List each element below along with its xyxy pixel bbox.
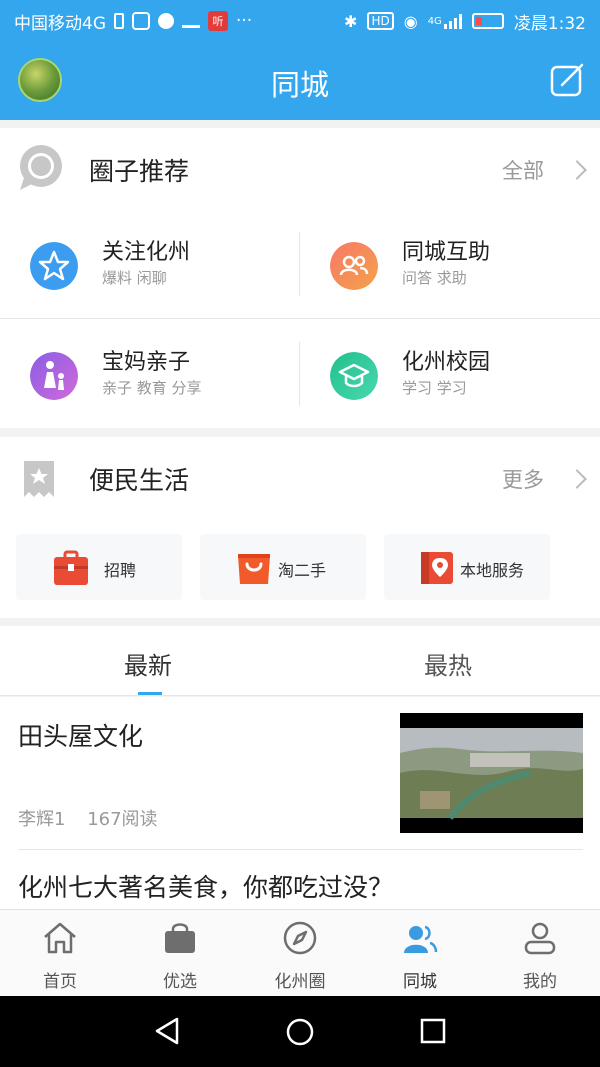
article-item[interactable]: 田头屋文化 李辉1 167阅读 [0, 697, 600, 849]
chat-icon [158, 13, 174, 29]
page-title: 同城 [270, 68, 329, 102]
home-circle-icon[interactable] [285, 1017, 315, 1047]
circle-item-follow[interactable]: 关注化州 爆料 闲聊 [0, 212, 300, 322]
bluetooth-icon: ✱ [344, 11, 358, 31]
article-author: 李辉1 [18, 809, 66, 830]
graduation-cap-icon [330, 352, 378, 400]
carrier-label: 中国移动4G [14, 13, 106, 34]
service-recruit[interactable]: 招聘 [16, 534, 182, 600]
feed-tabs: 最新 最热 [0, 626, 600, 696]
service-label: 淘二手 [278, 561, 327, 580]
article-meta: 李辉1 167阅读 [18, 805, 158, 831]
circle-item-help[interactable]: 同城互助 问答 求助 [300, 212, 600, 322]
service-label: 本地服务 [460, 561, 525, 580]
tab-label: 优选 [163, 972, 197, 992]
signal-icon [443, 13, 462, 29]
system-nav-bar [0, 996, 600, 1067]
circles-card: 圈子推荐 全部 关注化州 爆料 闲聊 同城互助 问答 求助 宝妈亲子 亲子 教育… [0, 128, 600, 428]
circle-tags: 问答 求助 [402, 269, 467, 287]
circles-header[interactable]: 圈子推荐 全部 [0, 128, 600, 212]
article-title: 化州七大著名美食，你都吃过没？ [18, 873, 394, 902]
tab-label: 我的 [523, 972, 557, 992]
tab-hot[interactable]: 最热 [424, 646, 472, 681]
services-header[interactable]: 便民生活 更多 [0, 437, 600, 521]
more-link[interactable]: 更多 [502, 464, 544, 494]
back-icon[interactable] [153, 1016, 181, 1046]
article-item[interactable]: 化州七大著名美食，你都吃过没？ [0, 850, 600, 909]
people-icon [404, 925, 438, 953]
home-icon [44, 922, 76, 954]
mother-child-icon [30, 352, 78, 400]
circle-item-parenting[interactable]: 宝妈亲子 亲子 教育 分享 [0, 322, 300, 432]
section-title: 圈子推荐 [89, 157, 190, 186]
top-bar: 同城 [0, 42, 600, 120]
briefcase-icon [54, 550, 88, 585]
circle-name: 关注化州 [102, 240, 191, 265]
tab-label: 同城 [403, 972, 437, 992]
tab-city[interactable]: 同城 [360, 910, 480, 997]
sim-icon [114, 13, 124, 29]
shopping-bag-icon [238, 554, 270, 584]
bookmark-star-icon [24, 461, 54, 497]
person-icon [524, 922, 556, 955]
circle-name: 化州校园 [402, 350, 491, 375]
network-label: 4G [427, 15, 442, 27]
tab-circle[interactable]: 化州圈 [240, 910, 360, 997]
app-icon [132, 12, 150, 30]
all-link[interactable]: 全部 [502, 155, 544, 185]
circle-tags: 学习 学习 [402, 379, 467, 397]
divider [0, 318, 600, 319]
article-thumbnail [400, 713, 583, 833]
tab-label: 化州圈 [274, 972, 326, 992]
circle-tags: 亲子 教育 分享 [102, 379, 202, 397]
service-local[interactable]: 本地服务 [384, 534, 550, 600]
download-icon [182, 24, 200, 28]
chevron-right-icon [567, 160, 587, 180]
article-title: 田头屋文化 [18, 722, 144, 751]
service-secondhand[interactable]: 淘二手 [200, 534, 366, 600]
star-icon [30, 242, 78, 290]
chat-bubble-icon [20, 145, 62, 190]
eye-icon: ◉ [403, 11, 418, 31]
circle-item-campus[interactable]: 化州校园 学习 学习 [300, 322, 600, 432]
tab-home[interactable]: 首页 [0, 910, 120, 997]
shopping-bag-icon [165, 923, 195, 953]
circle-name: 宝妈亲子 [102, 350, 191, 375]
recents-icon[interactable] [420, 1018, 446, 1044]
chevron-right-icon [567, 469, 587, 489]
compass-icon [283, 921, 317, 955]
listen-app-icon: 听 [208, 11, 228, 31]
tab-latest[interactable]: 最新 [124, 646, 172, 681]
bottom-tab-bar: 首页 优选 化州圈 同城 我的 [0, 909, 600, 996]
more-notifications-icon: ··· [236, 11, 253, 31]
section-title: 便民生活 [89, 466, 190, 495]
tab-select[interactable]: 优选 [120, 910, 240, 997]
hd-icon: HD [367, 12, 394, 30]
article-reads: 167阅读 [87, 809, 158, 830]
circle-tags: 爆料 闲聊 [102, 269, 167, 287]
tab-me[interactable]: 我的 [480, 910, 600, 997]
edit-icon[interactable] [550, 63, 584, 97]
clock: 凌晨1:32 [513, 13, 586, 34]
article-list: 田头屋文化 李辉1 167阅读 化州七大著名美食，你都吃过没？ [0, 697, 600, 909]
status-bar: 中国移动4G 听 ··· ✱ HD ◉ 4G 凌晨1:32 [0, 0, 600, 42]
battery-icon [471, 13, 504, 29]
circle-name: 同城互助 [402, 240, 491, 265]
people-icon [330, 242, 378, 290]
active-tab-indicator [138, 692, 162, 695]
service-label: 招聘 [104, 561, 137, 580]
location-pin-icon [421, 552, 453, 584]
tab-label: 首页 [43, 972, 77, 992]
